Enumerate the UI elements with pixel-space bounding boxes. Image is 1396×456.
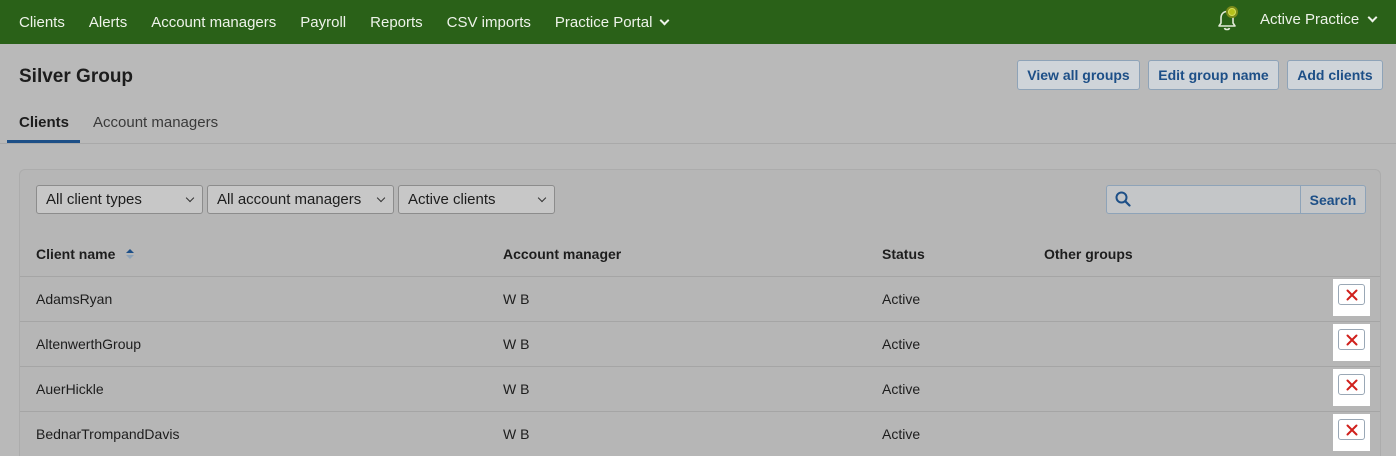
edit-group-name-button[interactable]: Edit group name <box>1148 60 1279 90</box>
practice-label: Active Practice <box>1260 11 1360 28</box>
remove-client-button[interactable] <box>1338 329 1365 350</box>
add-clients-button[interactable]: Add clients <box>1287 60 1383 90</box>
status-cell: Active <box>882 291 921 307</box>
top-navigation: Clients Alerts Account managers Payroll … <box>0 0 1396 44</box>
tab-account-managers[interactable]: Account managers <box>93 114 218 131</box>
account-manager-cell: W B <box>503 426 530 442</box>
status-cell: Active <box>882 381 921 397</box>
account-manager-filter[interactable]: All account managers <box>207 185 394 214</box>
nav-item-clients[interactable]: Clients <box>0 14 77 31</box>
nav-item-payroll[interactable]: Payroll <box>288 14 358 31</box>
nav-item-practice-portal[interactable]: Practice Portal <box>543 14 681 31</box>
nav-item-alerts[interactable]: Alerts <box>77 14 139 31</box>
status-cell: Active <box>882 426 921 442</box>
client-type-filter[interactable]: All client types <box>36 185 203 214</box>
practice-portal-label: Practice Portal <box>554 13 653 31</box>
search-input[interactable] <box>1131 186 1299 213</box>
column-header-other-groups: Other groups <box>1044 246 1133 262</box>
search-button[interactable]: Search <box>1301 186 1365 213</box>
remove-highlight <box>1333 279 1370 316</box>
search-icon <box>1115 191 1131 207</box>
remove-highlight <box>1333 414 1370 451</box>
remove-highlight <box>1333 369 1370 406</box>
remove-client-button[interactable] <box>1338 419 1365 440</box>
nav-item-reports[interactable]: Reports <box>358 14 435 31</box>
close-icon <box>1346 289 1357 300</box>
close-icon <box>1346 334 1357 345</box>
column-header-status: Status <box>882 246 925 262</box>
chevron-down-icon <box>1367 12 1378 23</box>
nav-item-csv-imports[interactable]: CSV imports <box>435 14 543 31</box>
tab-clients[interactable]: Clients <box>19 114 69 131</box>
client-name-cell[interactable]: AuerHickle <box>36 381 104 397</box>
chevron-down-icon <box>537 193 547 203</box>
remove-client-button[interactable] <box>1338 284 1365 305</box>
chevron-down-icon <box>185 193 195 203</box>
client-name-cell[interactable]: AdamsRyan <box>36 291 112 307</box>
chevron-down-icon <box>376 193 386 203</box>
practice-switcher[interactable]: Active Practice <box>1260 11 1378 28</box>
account-manager-cell: W B <box>503 336 530 352</box>
status-cell: Active <box>882 336 921 352</box>
notification-bell-icon[interactable] <box>1212 4 1242 34</box>
column-header-account-manager: Account manager <box>503 246 622 262</box>
account-manager-value: All account managers <box>217 191 362 208</box>
main-nav: Clients Alerts Account managers Payroll … <box>0 0 680 44</box>
status-filter[interactable]: Active clients <box>398 185 555 214</box>
client-name-cell[interactable]: AltenwerthGroup <box>36 336 141 352</box>
remove-highlight <box>1333 324 1370 361</box>
client-name-cell[interactable]: BednarTrompandDavis <box>36 426 179 442</box>
row-divider <box>20 366 1380 367</box>
client-type-value: All client types <box>46 191 142 208</box>
close-icon <box>1346 424 1357 435</box>
remove-client-button[interactable] <box>1338 374 1365 395</box>
row-divider <box>20 411 1380 412</box>
close-icon <box>1346 379 1357 390</box>
view-all-groups-button[interactable]: View all groups <box>1017 60 1140 90</box>
sort-ascending-icon[interactable] <box>125 248 135 260</box>
header-divider <box>0 143 1396 144</box>
account-manager-cell: W B <box>503 381 530 397</box>
row-divider <box>20 321 1380 322</box>
status-value: Active clients <box>408 191 496 208</box>
row-divider <box>20 276 1380 277</box>
page-title: Silver Group <box>19 66 134 87</box>
account-manager-cell: W B <box>503 291 530 307</box>
column-header-client-name[interactable]: Client name <box>36 246 115 262</box>
chevron-down-icon <box>659 15 670 25</box>
nav-item-account-managers[interactable]: Account managers <box>139 14 288 31</box>
